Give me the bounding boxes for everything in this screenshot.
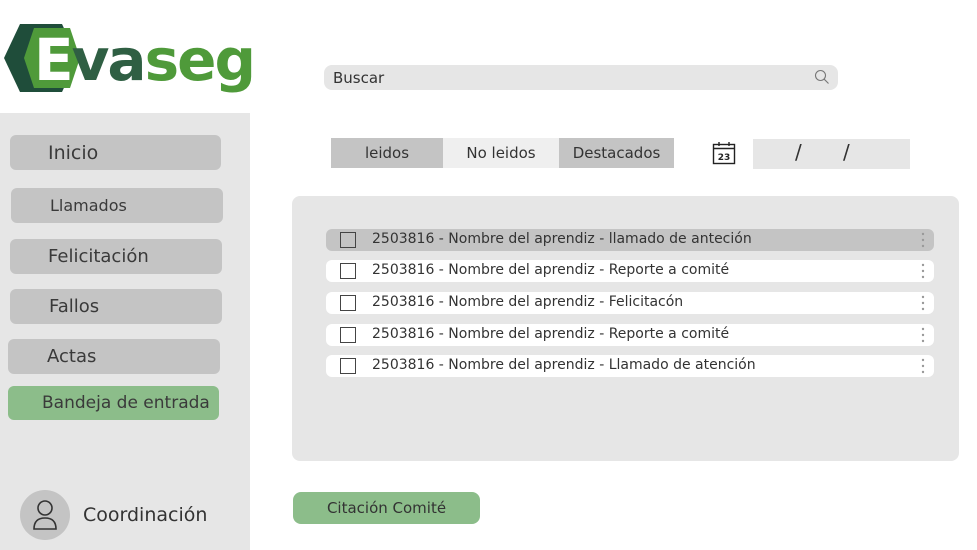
- row-text: 2503816 - Nombre del aprendiz - Reporte …: [372, 262, 730, 278]
- sidebar-item-label: Llamados: [50, 196, 127, 215]
- sidebar-item-label: Bandeja de entrada: [42, 393, 210, 413]
- avatar: [20, 490, 70, 540]
- sidebar-item-label: Fallos: [49, 296, 100, 317]
- sidebar-item-actas[interactable]: Actas: [8, 339, 220, 374]
- row-text: 2503816 - Nombre del aprendiz - Reporte …: [372, 326, 730, 342]
- sidebar-item-inicio[interactable]: Inicio: [10, 135, 221, 170]
- row-checkbox[interactable]: [340, 358, 356, 374]
- app-root: Evaseg Inicio Llamados Felicitación Fall…: [0, 0, 977, 550]
- calendar-icon[interactable]: 23: [712, 141, 736, 165]
- sidebar-item-llamados[interactable]: Llamados: [11, 188, 223, 223]
- date-separator: /: [795, 140, 802, 164]
- list-item[interactable]: 2503816 - Nombre del aprendiz - llamado …: [326, 229, 934, 251]
- row-checkbox[interactable]: [340, 232, 356, 248]
- date-field[interactable]: / /: [753, 139, 910, 169]
- search-icon[interactable]: [814, 69, 830, 85]
- tab-destacados[interactable]: Destacados: [559, 138, 674, 168]
- tab-label: No leidos: [466, 144, 536, 162]
- sidebar-item-bandeja-de-entrada[interactable]: Bandeja de entrada: [8, 386, 219, 420]
- sidebar-item-fallos[interactable]: Fallos: [10, 289, 222, 324]
- row-checkbox[interactable]: [340, 263, 356, 279]
- sidebar-item-label: Felicitación: [48, 246, 149, 267]
- profile-name: Coordinación: [83, 504, 208, 526]
- sidebar-item-felicitacion[interactable]: Felicitación: [10, 239, 222, 274]
- logo-va: va: [71, 26, 147, 94]
- tab-label: leidos: [364, 144, 410, 162]
- list-item[interactable]: 2503816 - Nombre del aprendiz - Felicita…: [326, 292, 934, 314]
- row-text: 2503816 - Nombre del aprendiz - llamado …: [372, 231, 752, 247]
- search-input[interactable]: Buscar: [324, 65, 838, 90]
- sidebar-item-label: Inicio: [48, 141, 99, 164]
- tab-label: Destacados: [572, 144, 661, 162]
- list-item[interactable]: 2503816 - Nombre del aprendiz - Reporte …: [326, 324, 934, 346]
- row-checkbox[interactable]: [340, 327, 356, 343]
- date-separator: /: [843, 140, 850, 164]
- list-item[interactable]: 2503816 - Nombre del aprendiz - Reporte …: [326, 260, 934, 282]
- user-icon: [33, 500, 57, 530]
- user-profile[interactable]: Coordinación: [20, 490, 207, 540]
- inbox-panel: 2503816 - Nombre del aprendiz - llamado …: [292, 196, 959, 461]
- evaseg-logo: Evaseg: [0, 14, 256, 98]
- tab-leidos[interactable]: leidos: [331, 138, 443, 168]
- more-options-icon[interactable]: [920, 357, 926, 375]
- more-options-icon[interactable]: [920, 231, 926, 249]
- sidebar: [0, 113, 250, 550]
- more-options-icon[interactable]: [920, 326, 926, 344]
- button-label: Citación Comité: [326, 499, 447, 517]
- logo-letter-e: E: [34, 26, 74, 94]
- logo-wordmark: Evaseg: [34, 26, 256, 94]
- row-text: 2503816 - Nombre del aprendiz - Felicita…: [372, 294, 684, 310]
- tab-no-leidos[interactable]: No leidos: [443, 138, 559, 168]
- more-options-icon[interactable]: [920, 262, 926, 280]
- calendar-day: 23: [718, 153, 731, 163]
- list-item[interactable]: 2503816 - Nombre del aprendiz - Llamado …: [326, 355, 934, 377]
- citacion-comite-button[interactable]: Citación Comité: [293, 492, 480, 524]
- search-placeholder: Buscar: [333, 68, 385, 87]
- sidebar-item-label: Actas: [47, 346, 97, 367]
- logo-seg: seg: [144, 26, 256, 94]
- more-options-icon[interactable]: [920, 294, 926, 312]
- row-text: 2503816 - Nombre del aprendiz - Llamado …: [372, 357, 756, 373]
- row-checkbox[interactable]: [340, 295, 356, 311]
